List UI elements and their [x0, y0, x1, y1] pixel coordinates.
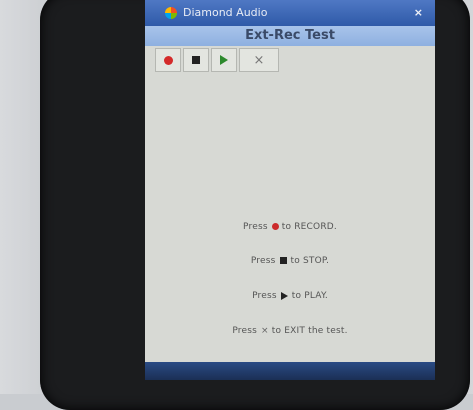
play-icon: [220, 55, 228, 65]
window-close-button[interactable]: ×: [414, 0, 423, 26]
exit-button[interactable]: ×: [239, 48, 279, 72]
stop-button[interactable]: [183, 48, 209, 72]
instruction-play-suffix: to PLAY.: [291, 291, 328, 301]
instruction-exit: Press × to EXIT the test.: [145, 326, 435, 336]
play-button[interactable]: [211, 48, 237, 72]
record-button[interactable]: [155, 48, 181, 72]
bottom-bar: [145, 362, 435, 380]
instruction-play-prefix: Press: [252, 291, 277, 301]
phone-body: Diamond Audio × Ext-Rec Test × Press to R…: [40, 0, 470, 410]
play-symbol-icon: [280, 291, 288, 300]
exit-symbol-icon: ×: [261, 326, 269, 336]
instruction-stop-suffix: to STOP.: [290, 256, 330, 266]
instruction-exit-suffix: to EXIT the test.: [271, 326, 348, 336]
window-title: Diamond Audio: [183, 6, 268, 19]
instruction-record-prefix: Press: [243, 222, 268, 232]
instruction-stop-prefix: Press: [250, 256, 276, 266]
instruction-exit-prefix: Press: [232, 326, 257, 336]
instruction-record: Press to RECORD.: [145, 222, 435, 232]
record-symbol-icon: [271, 223, 279, 230]
exit-icon: ×: [253, 52, 265, 68]
instruction-record-suffix: to RECORD.: [281, 222, 337, 232]
window-title-bar: Diamond Audio ×: [145, 0, 435, 26]
app-header: Ext-Rec Test: [145, 26, 435, 46]
instruction-play: Press to PLAY.: [145, 291, 435, 301]
instruction-stop: Press to STOP.: [145, 256, 435, 266]
stop-symbol-icon: [279, 257, 287, 264]
record-icon: [163, 55, 173, 65]
start-menu-icon[interactable]: [165, 7, 177, 19]
device-screen: Diamond Audio × Ext-Rec Test × Press to R…: [145, 0, 435, 380]
toolbar: ×: [155, 48, 281, 72]
stop-icon: [192, 56, 200, 64]
